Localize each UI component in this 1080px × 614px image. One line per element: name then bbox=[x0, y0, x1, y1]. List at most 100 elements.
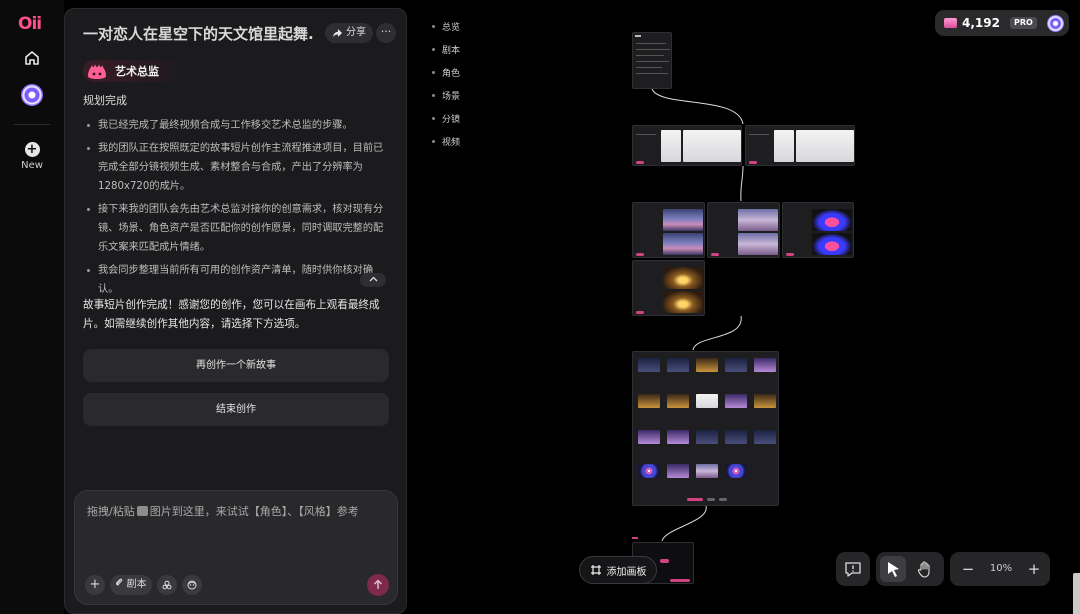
agent-name: 艺术总监 bbox=[115, 65, 159, 78]
shot-thumbnail bbox=[638, 358, 660, 372]
text-line bbox=[636, 134, 656, 135]
shot-thumbnail bbox=[638, 430, 660, 444]
text-line bbox=[636, 73, 668, 74]
character-button[interactable] bbox=[157, 575, 177, 595]
progress-list: 我已经完成了最终视频合成与工作移交艺术总监的步骤。 我的团队正在按照既定的故事短… bbox=[83, 116, 389, 303]
shot-thumbnail bbox=[725, 358, 747, 372]
scene-thumbnail bbox=[812, 209, 852, 231]
side-scroll-handle[interactable] bbox=[1073, 573, 1080, 614]
shot-thumbnail bbox=[667, 394, 689, 408]
add-frame-icon bbox=[590, 565, 601, 575]
app-logo[interactable]: Oii bbox=[18, 14, 42, 34]
scene-thumbnail bbox=[663, 233, 703, 255]
shot-thumbnail bbox=[667, 464, 689, 478]
feedback-button[interactable] bbox=[840, 556, 866, 582]
node-tag bbox=[636, 253, 644, 256]
text-line bbox=[636, 43, 666, 44]
project-title: 一对恋人在星空下的天文馆里起舞... bbox=[83, 25, 315, 43]
zoom-in-button[interactable]: + bbox=[1022, 552, 1046, 586]
scene-thumbnail bbox=[663, 291, 703, 313]
character-thumbnail bbox=[774, 130, 794, 162]
script-label: 剧本 bbox=[126, 579, 147, 590]
character-node[interactable] bbox=[632, 125, 742, 166]
text-line bbox=[636, 61, 669, 62]
node-tag bbox=[636, 161, 644, 164]
message-input[interactable]: 拖拽/粘贴 图片到这里，来试试【角色】、【风格】参考 bbox=[87, 503, 387, 519]
canvas[interactable] bbox=[410, 0, 1080, 614]
scene-node[interactable] bbox=[782, 202, 854, 258]
chat-panel: 一对恋人在星空下的天文馆里起舞... 分享 ··· 艺术总监 规划完成 我已经完… bbox=[64, 8, 407, 614]
pan-tool[interactable] bbox=[912, 556, 938, 582]
credits-badge[interactable]: 4,192 PRO bbox=[935, 10, 1069, 36]
node-label bbox=[632, 537, 638, 539]
node-tag bbox=[636, 311, 644, 314]
node-tag bbox=[707, 498, 715, 501]
character-node[interactable] bbox=[745, 125, 855, 166]
attach-button[interactable]: + bbox=[85, 575, 105, 595]
share-label: 分享 bbox=[346, 27, 366, 38]
more-options-button[interactable]: ··· bbox=[376, 23, 396, 43]
rail-divider bbox=[14, 124, 50, 125]
image-icon bbox=[136, 506, 148, 516]
node-tag bbox=[719, 498, 727, 501]
shot-thumbnail bbox=[754, 430, 776, 444]
scene-thumbnail bbox=[738, 233, 778, 255]
new-story-button[interactable]: 再创作一个新故事 bbox=[83, 349, 389, 382]
account-avatar[interactable] bbox=[1046, 14, 1064, 32]
end-creation-button[interactable]: 结束创作 bbox=[83, 393, 389, 426]
text-line bbox=[749, 134, 769, 135]
collapse-button[interactable] bbox=[360, 273, 386, 287]
text-line bbox=[636, 67, 662, 68]
shot-thumbnail bbox=[725, 394, 747, 408]
shot-thumbnail bbox=[725, 464, 747, 478]
scene-node[interactable] bbox=[632, 202, 705, 258]
zoom-level[interactable]: 10% bbox=[982, 552, 1020, 586]
scene-node[interactable] bbox=[707, 202, 780, 258]
hand-icon bbox=[917, 561, 930, 578]
new-label: New bbox=[21, 160, 43, 171]
feedback-icon bbox=[845, 562, 861, 577]
add-board-button[interactable]: 添加画板 bbox=[579, 556, 657, 584]
node-tag bbox=[786, 253, 794, 256]
send-button[interactable] bbox=[367, 574, 389, 596]
node-tag bbox=[749, 161, 757, 164]
style-button[interactable] bbox=[182, 575, 202, 595]
shot-thumbnail bbox=[667, 358, 689, 372]
new-project-button[interactable]: + New bbox=[16, 142, 48, 171]
shot-thumbnail bbox=[696, 430, 718, 444]
chevron-up-icon bbox=[369, 276, 377, 282]
overview-node[interactable] bbox=[632, 32, 672, 89]
user-avatar[interactable] bbox=[21, 84, 43, 106]
home-icon[interactable] bbox=[22, 48, 42, 68]
add-board-label: 添加画板 bbox=[606, 566, 647, 578]
shot-thumbnail bbox=[638, 464, 660, 478]
video-logo bbox=[660, 559, 669, 563]
character-thumbnail bbox=[661, 130, 681, 162]
node-tag bbox=[687, 498, 703, 501]
composer: 拖拽/粘贴 图片到这里，来试试【角色】、【风格】参考 + 剧本 bbox=[74, 490, 398, 605]
shot-thumbnail bbox=[725, 430, 747, 444]
art-director-avatar-icon bbox=[85, 60, 109, 82]
node-tag bbox=[711, 253, 719, 256]
script-button[interactable]: 剧本 bbox=[110, 575, 152, 595]
video-progress bbox=[670, 579, 690, 582]
select-tool[interactable] bbox=[880, 556, 906, 582]
list-item: 接下来我的团队会先由艺术总监对接你的创意需求，核对现有分镜、场景、角色资产是否匹… bbox=[83, 200, 389, 257]
scene-thumbnail bbox=[663, 267, 703, 289]
character-thumbnail bbox=[796, 130, 854, 162]
storyboard-node[interactable] bbox=[632, 351, 779, 506]
character-icon bbox=[162, 580, 172, 590]
left-rail: Oii + New bbox=[0, 0, 64, 614]
tool-toolbox bbox=[876, 552, 944, 586]
scene-thumbnail bbox=[738, 209, 778, 231]
shot-thumbnail bbox=[754, 358, 776, 372]
character-thumbnail bbox=[683, 130, 741, 162]
zoom-out-button[interactable]: − bbox=[956, 552, 980, 586]
scene-node[interactable] bbox=[632, 260, 705, 316]
zoom-toolbox: − 10% + bbox=[950, 552, 1050, 586]
credits-icon bbox=[944, 18, 957, 28]
credits-value: 4,192 bbox=[962, 16, 1000, 30]
summary-text: 故事短片创作完成！感谢您的创作，您可以在画布上观看最终成片。如需继续创作其他内容… bbox=[83, 299, 380, 330]
shot-thumbnail bbox=[667, 430, 689, 444]
share-button[interactable]: 分享 bbox=[325, 23, 373, 43]
